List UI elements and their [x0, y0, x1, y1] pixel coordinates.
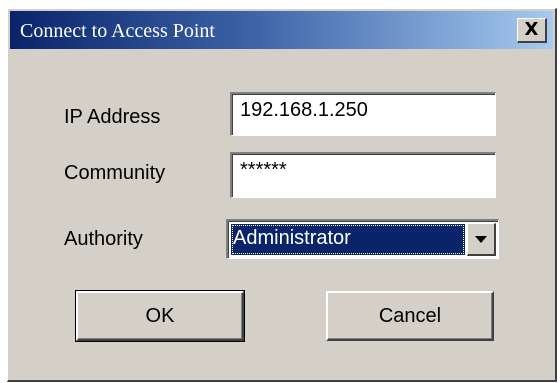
cancel-button[interactable]: Cancel	[326, 291, 494, 341]
connect-dialog: Connect to Access Point X IP Address 192…	[7, 8, 557, 382]
dialog-title: Connect to Access Point	[20, 20, 215, 42]
authority-label: Authority	[64, 228, 143, 250]
ip-address-value: 192.168.1.250	[240, 99, 368, 121]
ip-address-input[interactable]: 192.168.1.250	[230, 92, 496, 136]
chevron-down-icon	[475, 235, 487, 243]
title-bar[interactable]: Connect to Access Point X	[10, 11, 553, 49]
ok-button-label: OK	[145, 304, 175, 327]
ip-address-label: IP Address	[64, 106, 161, 128]
authority-select[interactable]: Administrator	[226, 219, 499, 259]
community-label: Community	[64, 162, 166, 184]
community-input[interactable]: ******	[230, 152, 496, 198]
close-button[interactable]: X	[517, 18, 547, 43]
ok-button[interactable]: OK	[75, 290, 245, 342]
cancel-button-label: Cancel	[378, 304, 442, 327]
community-value: ******	[240, 159, 287, 181]
authority-dropdown-button[interactable]	[467, 223, 496, 256]
authority-selected-value: Administrator	[231, 224, 465, 255]
close-icon: X	[524, 19, 539, 40]
